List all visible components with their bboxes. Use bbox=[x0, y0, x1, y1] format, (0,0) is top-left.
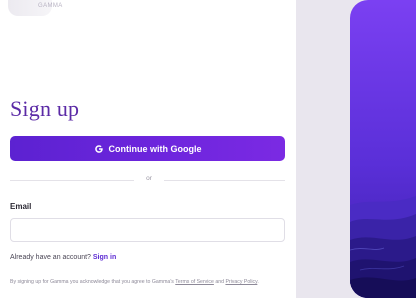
terms-prefix: By signing up for Gamma you acknowledge … bbox=[10, 279, 176, 285]
email-field[interactable] bbox=[10, 218, 285, 242]
page-title: Sign up bbox=[10, 96, 80, 121]
or-divider: or bbox=[10, 175, 285, 185]
divider-text: or bbox=[146, 175, 152, 182]
divider-line-left bbox=[10, 180, 134, 181]
terms-suffix: . bbox=[257, 279, 259, 285]
already-have-account-text: Already have an account? Sign in bbox=[10, 254, 116, 261]
divider-line-right bbox=[164, 180, 285, 181]
terms-notice: By signing up for Gamma you acknowledge … bbox=[10, 278, 292, 287]
google-icon bbox=[94, 144, 104, 154]
terms-of-service-link[interactable]: Terms of Service bbox=[175, 279, 214, 285]
signup-panel: GAMMA Sign up Continue with Google or Em… bbox=[0, 0, 296, 298]
mountain-illustration bbox=[350, 0, 416, 298]
decorative-mountain-artwork bbox=[350, 0, 416, 298]
already-prefix: Already have an account? bbox=[10, 254, 93, 261]
gamma-logo: GAMMA bbox=[8, 0, 62, 16]
google-button-label: Continue with Google bbox=[108, 143, 202, 154]
privacy-policy-link[interactable]: Privacy Policy bbox=[225, 279, 257, 285]
logo-text: GAMMA bbox=[38, 3, 63, 9]
email-label: Email bbox=[10, 202, 32, 211]
terms-and: and bbox=[213, 279, 226, 285]
continue-with-google-button[interactable]: Continue with Google bbox=[10, 136, 285, 161]
sign-in-link[interactable]: Sign in bbox=[93, 254, 116, 261]
